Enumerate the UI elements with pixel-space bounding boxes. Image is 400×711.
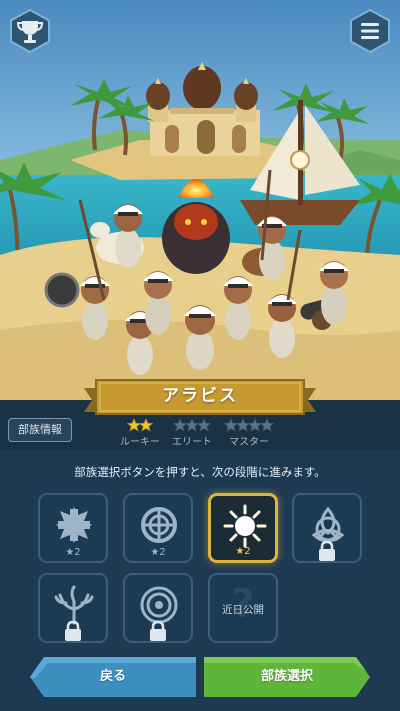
hamburger-menu-icon: [350, 8, 390, 54]
tribe-name: アラビス: [162, 386, 238, 406]
trophy-button[interactable]: [8, 8, 52, 54]
rank-master: マスター: [218, 418, 280, 448]
star-count: ★2: [150, 547, 166, 558]
trophy-icon: [10, 8, 50, 54]
lock-icon: [150, 620, 166, 641]
tribe-scene: [0, 0, 400, 400]
rank-stars: [168, 418, 216, 432]
tribe-tile-sun[interactable]: ★2: [208, 493, 278, 563]
tribe-tile-cross[interactable]: ★2: [38, 493, 108, 563]
rank-label: エリート: [172, 437, 212, 448]
knot-emblem-icon: [141, 507, 177, 543]
sun-emblem-icon: [223, 504, 267, 548]
star-count: ★2: [235, 546, 251, 557]
tribe-name-banner: アラビス: [84, 378, 316, 418]
star-filled-icon: [139, 418, 153, 432]
back-button-label: 戻る: [99, 669, 126, 684]
rank-rookie: ルーキー: [116, 418, 164, 448]
tribe-tile-coming-soon[interactable]: ? 近日公開: [208, 573, 278, 643]
lock-icon: [65, 620, 81, 641]
rank-label: ルーキー: [120, 437, 160, 448]
rank-elite: エリート: [168, 418, 216, 448]
lock-icon: [319, 540, 335, 561]
select-tribe-button-label: 部族選択: [260, 669, 313, 684]
menu-button[interactable]: [348, 8, 392, 54]
tribe-info-button[interactable]: 部族情報: [8, 418, 72, 442]
tribe-tile-triquetra[interactable]: [292, 493, 362, 563]
instruction-text: 部族選択ボタンを押すと、次の段階に進みます。: [74, 465, 326, 479]
rank-stars: [116, 418, 164, 432]
cross-emblem-icon: [56, 507, 92, 543]
rank-stars: [218, 418, 280, 432]
coming-soon-label: 近日公開: [222, 604, 264, 616]
star-empty-icon: [197, 418, 211, 432]
rank-label: マスター: [229, 437, 269, 448]
tribe-tile-knot[interactable]: ★2: [123, 493, 193, 563]
tribe-tile-tree[interactable]: [38, 573, 108, 643]
star-empty-icon: [260, 418, 274, 432]
star-count: ★2: [65, 547, 81, 558]
select-tribe-button[interactable]: 部族選択: [204, 657, 370, 697]
tribe-tile-spiral[interactable]: [123, 573, 193, 643]
back-button[interactable]: 戻る: [30, 657, 196, 697]
